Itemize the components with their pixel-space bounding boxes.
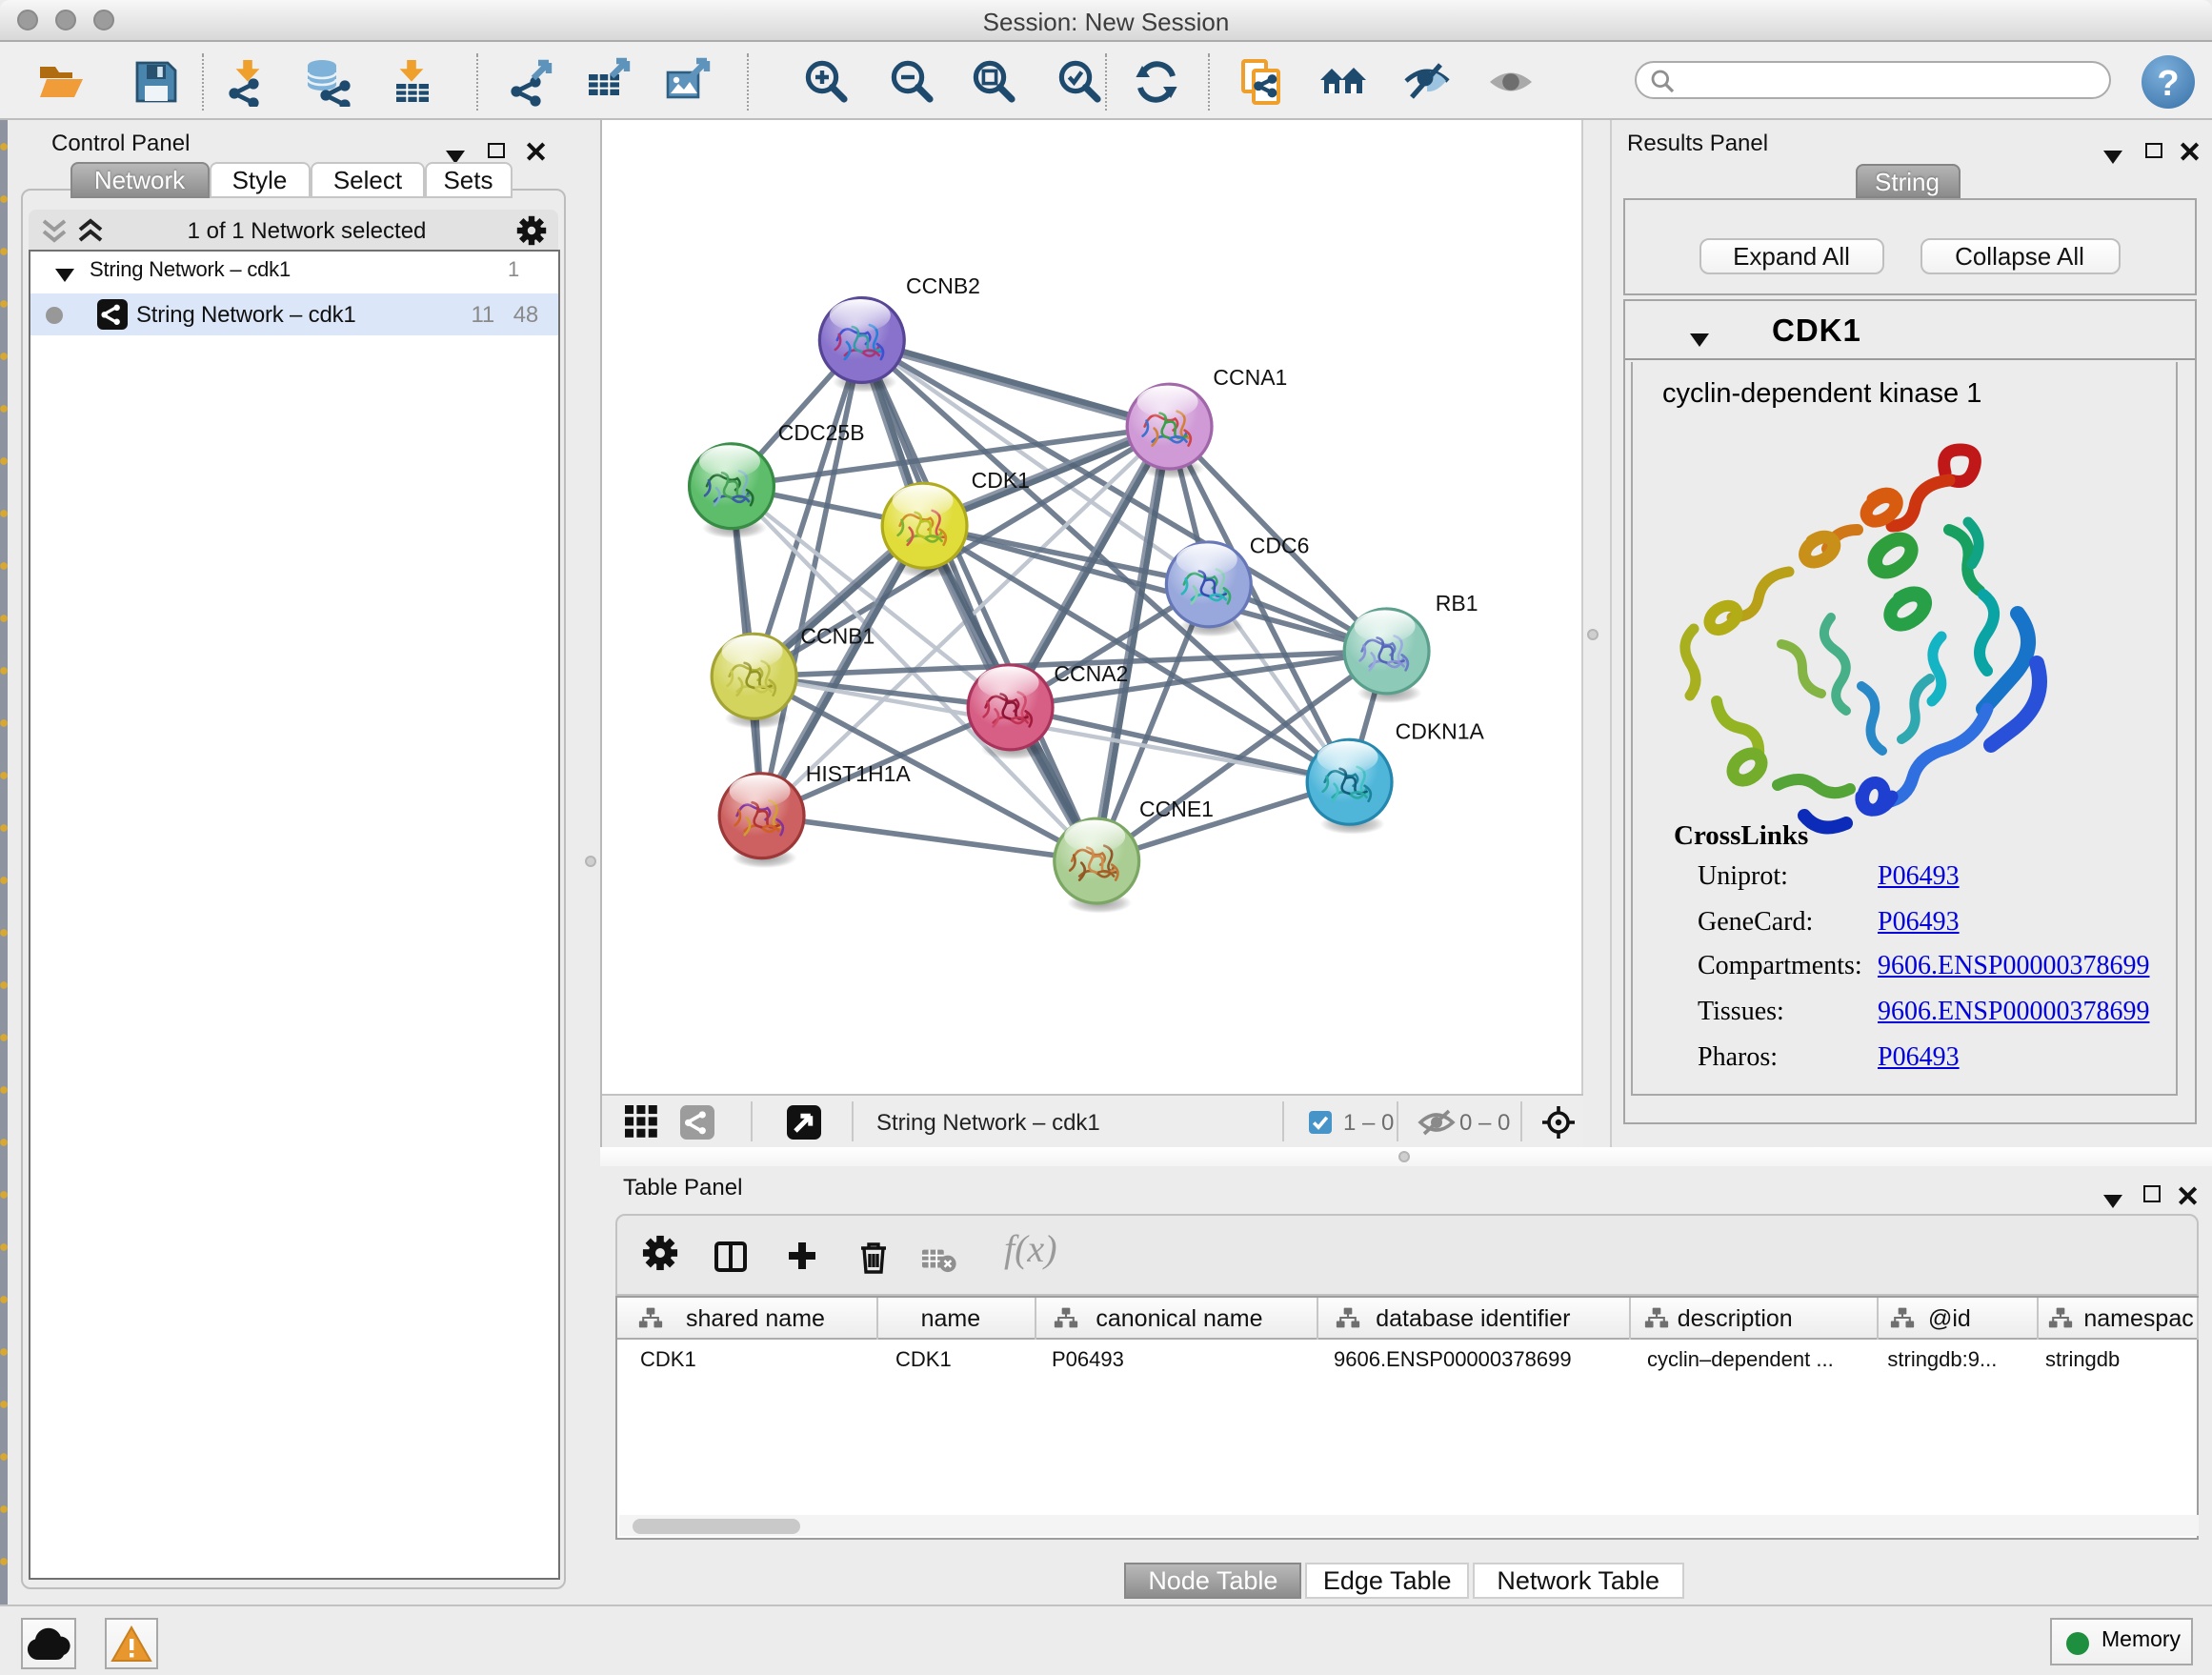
svg-text:?: ? [2157,63,2179,103]
svg-text:CCNA2: CCNA2 [1054,661,1128,686]
svg-text:RB1: RB1 [1436,591,1478,616]
svg-text:HIST1H1A: HIST1H1A [806,761,912,786]
svg-text:CCNB1: CCNB1 [800,624,875,649]
svg-text:CDC6: CDC6 [1250,534,1310,558]
svg-text:CDC25B: CDC25B [778,420,865,445]
svg-text:CDK1: CDK1 [972,468,1030,493]
svg-text:CDKN1A: CDKN1A [1396,719,1485,744]
svg-text:CCNB2: CCNB2 [906,273,980,298]
svg-text:CCNA1: CCNA1 [1213,365,1287,390]
svg-text:CCNE1: CCNE1 [1139,797,1214,821]
